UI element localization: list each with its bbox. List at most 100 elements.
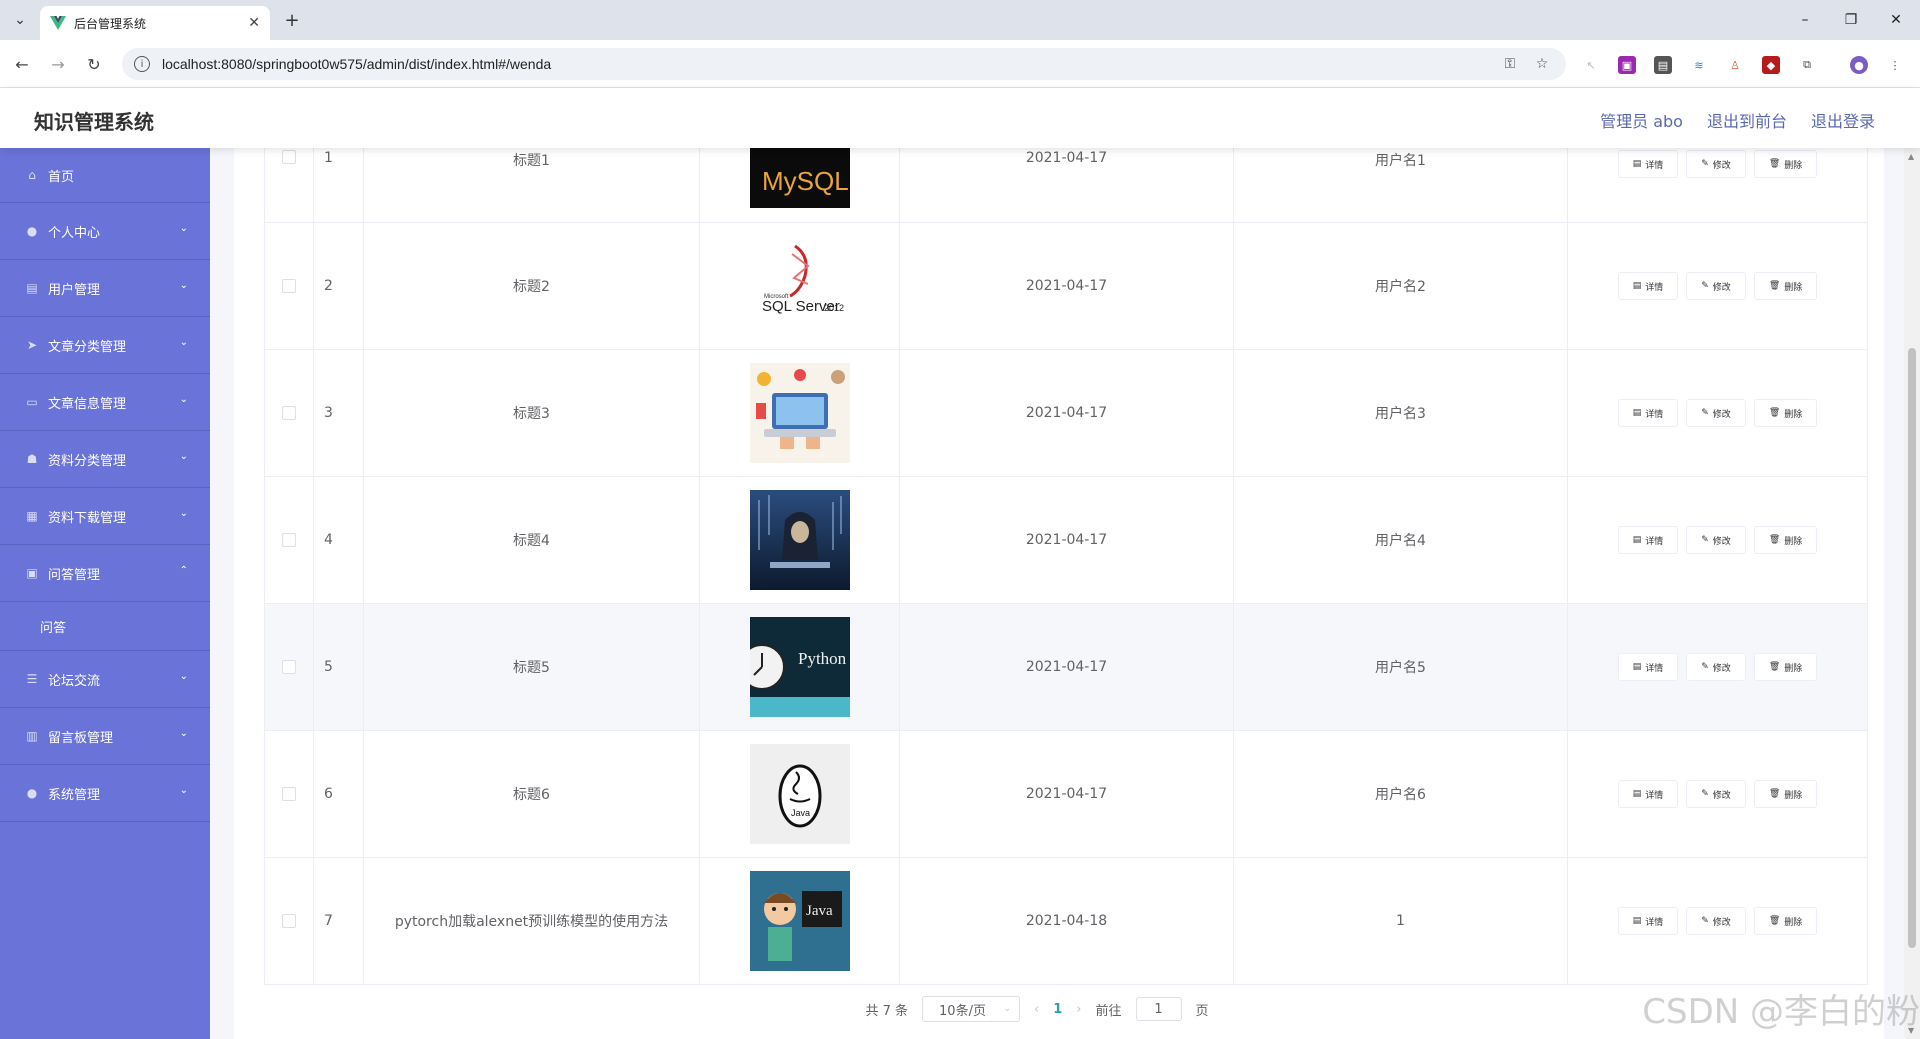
date-cell: 2021-04-17 [900, 477, 1234, 603]
delete-button[interactable]: 🗑 删除 [1753, 272, 1818, 300]
close-window-icon[interactable]: ✕ [1876, 6, 1916, 34]
prev-page-icon[interactable]: ‹ [1034, 1002, 1039, 1017]
admin-user-label[interactable]: 管理员 abo [1600, 108, 1683, 132]
date-cell: 2021-04-17 [900, 350, 1234, 476]
image-cell [700, 350, 900, 476]
detail-label: 详情 [1645, 282, 1664, 293]
edit-button[interactable]: ✎ 修改 [1686, 907, 1746, 935]
page-number[interactable]: 1 [1053, 1002, 1062, 1017]
menu-icon: ☰ [26, 672, 38, 686]
browser-menu-icon[interactable]: ⋮ [1886, 56, 1904, 74]
edit-button[interactable]: ✎ 修改 [1686, 272, 1746, 300]
chevron-down-icon: ⌄ [1003, 1004, 1012, 1014]
row-checkbox[interactable] [282, 660, 296, 674]
edit-button[interactable]: ✎ 修改 [1686, 399, 1746, 427]
edit-label: 修改 [1712, 536, 1731, 547]
ops-cell: ▤ 详情 ✎ 修改 🗑 删除 [1568, 731, 1868, 857]
detail-button[interactable]: ▤ 详情 [1617, 907, 1679, 935]
detail-button[interactable]: ▤ 详情 [1617, 272, 1679, 300]
close-tab-icon[interactable]: ✕ [248, 15, 260, 31]
back-icon[interactable]: ← [8, 50, 36, 78]
edit-button[interactable]: ✎ 修改 [1686, 780, 1746, 808]
page-scrollbar[interactable]: ▲ ▼ [1904, 148, 1920, 1039]
reload-icon[interactable]: ↻ [80, 50, 108, 78]
edit-button[interactable]: ✎ 修改 [1686, 526, 1746, 554]
forward-icon[interactable]: → [44, 50, 72, 78]
new-tab-icon[interactable]: + [280, 8, 304, 32]
page-size-select[interactable]: 10条/页 ⌄ [922, 996, 1021, 1022]
sidebar-item-material-category[interactable]: ☗ 资料分类管理 ⌄ [0, 431, 210, 488]
sidebar-item-forum[interactable]: ☰ 论坛交流 ⌄ [0, 651, 210, 708]
detail-button[interactable]: ▤ 详情 [1617, 780, 1679, 808]
row-checkbox[interactable] [282, 533, 296, 547]
table-row: 6 标题6 Java 2021-04-17 用户名6 ▤ 详情 ✎ 修改 🗑 删… [264, 731, 1868, 858]
tab-search-chevron-icon[interactable]: ⌄ [6, 6, 34, 34]
title-cell: pytorch加载alexnet预训练模型的使用方法 [364, 858, 700, 984]
detail-label: 详情 [1645, 790, 1664, 801]
home-icon: ⌂ [28, 168, 36, 182]
detail-button[interactable]: ▤ 详情 [1617, 653, 1679, 681]
row-checkbox[interactable] [282, 150, 296, 164]
user-cell: 用户名5 [1234, 604, 1568, 730]
next-page-icon[interactable]: › [1076, 1002, 1081, 1017]
sidebar-item-message-board[interactable]: ▥ 留言板管理 ⌄ [0, 708, 210, 765]
sidebar-item-label: 用户管理 [48, 282, 101, 298]
to-front-link[interactable]: 退出到前台 [1707, 108, 1787, 132]
edit-button[interactable]: ✎ 修改 [1686, 653, 1746, 681]
sidebar-item-material-download[interactable]: ▦ 资料下载管理 ⌄ [0, 488, 210, 545]
detail-button[interactable]: ▤ 详情 [1617, 399, 1679, 427]
extension-purple-icon[interactable]: ▣ [1618, 56, 1636, 74]
site-info-icon[interactable]: i [134, 56, 150, 72]
goto-page-input[interactable]: 1 [1135, 997, 1182, 1021]
user-icon: ● [26, 786, 38, 800]
row-checkbox[interactable] [282, 406, 296, 420]
bookmark-star-icon[interactable]: ☆ [1532, 54, 1552, 74]
edit-label: 修改 [1712, 160, 1731, 171]
extension-gamepad-icon[interactable]: ▤ [1654, 56, 1672, 74]
extensions-puzzle-icon[interactable]: ⧉ [1798, 56, 1816, 74]
scroll-up-icon[interactable]: ▲ [1908, 152, 1914, 161]
delete-button[interactable]: 🗑 删除 [1753, 653, 1818, 681]
delete-button[interactable]: 🗑 删除 [1753, 399, 1818, 427]
extension-tree-icon[interactable]: ♙ [1726, 56, 1744, 74]
user-cell: 用户名2 [1234, 223, 1568, 349]
detail-button[interactable]: ▤ 详情 [1617, 526, 1679, 554]
sidebar-subitem-qa[interactable]: 问答 [0, 602, 210, 651]
total-count: 共 7 条 [865, 1003, 909, 1019]
profile-avatar[interactable]: ● [1850, 56, 1868, 74]
row-checkbox[interactable] [282, 787, 296, 801]
delete-button[interactable]: 🗑 删除 [1753, 780, 1818, 808]
browser-tab[interactable]: 后台管理系统 ✕ [40, 6, 270, 40]
title-cell: 标题4 [364, 477, 700, 603]
delete-button[interactable]: 🗑 删除 [1753, 150, 1818, 178]
detail-label: 详情 [1645, 663, 1664, 674]
logout-link[interactable]: 退出登录 [1811, 108, 1875, 132]
sidebar-item-personal-center[interactable]: ● 个人中心 ⌄ [0, 203, 210, 260]
sidebar-item-system[interactable]: ● 系统管理 ⌄ [0, 765, 210, 822]
extension-shield-icon[interactable]: ◆ [1762, 56, 1780, 74]
hacker-thumbnail [749, 490, 850, 590]
python-logo-text: Python [798, 649, 847, 668]
table-row: 2 标题2 Microsoft SQL Server 2012 2021-04-… [264, 223, 1868, 350]
extension-layers-icon[interactable]: ≋ [1690, 56, 1708, 74]
sidebar-item-user-management[interactable]: ▤ 用户管理 ⌄ [0, 260, 210, 317]
sidebar-item-article-category[interactable]: ➤ 文章分类管理 ⌄ [0, 317, 210, 374]
delete-button[interactable]: 🗑 删除 [1753, 526, 1818, 554]
edit-button[interactable]: ✎ 修改 [1686, 150, 1746, 178]
card-icon: ▭ [26, 395, 38, 409]
detail-button[interactable]: ▤ 详情 [1617, 150, 1679, 178]
delete-button[interactable]: 🗑 删除 [1753, 907, 1818, 935]
address-bar[interactable]: i localhost:8080/springboot0w575/admin/d… [122, 48, 1566, 80]
row-checkbox[interactable] [282, 914, 296, 928]
scrollbar-thumb[interactable] [1908, 348, 1916, 948]
restore-icon[interactable]: ❐ [1831, 6, 1871, 34]
sidebar-item-label: 文章分类管理 [48, 339, 127, 355]
key-icon[interactable]: ⚿ [1500, 54, 1520, 74]
sidebar-item-qa-management[interactable]: ▣ 问答管理 ⌃ [0, 545, 210, 602]
minimize-icon[interactable]: – [1785, 6, 1825, 34]
sidebar-item-home[interactable]: ⌂ 首页 [0, 148, 210, 203]
title-cell: 标题2 [364, 223, 700, 349]
row-checkbox[interactable] [282, 279, 296, 293]
extension-cursor-icon[interactable]: ↖ [1582, 56, 1600, 74]
sidebar-item-article-info[interactable]: ▭ 文章信息管理 ⌄ [0, 374, 210, 431]
